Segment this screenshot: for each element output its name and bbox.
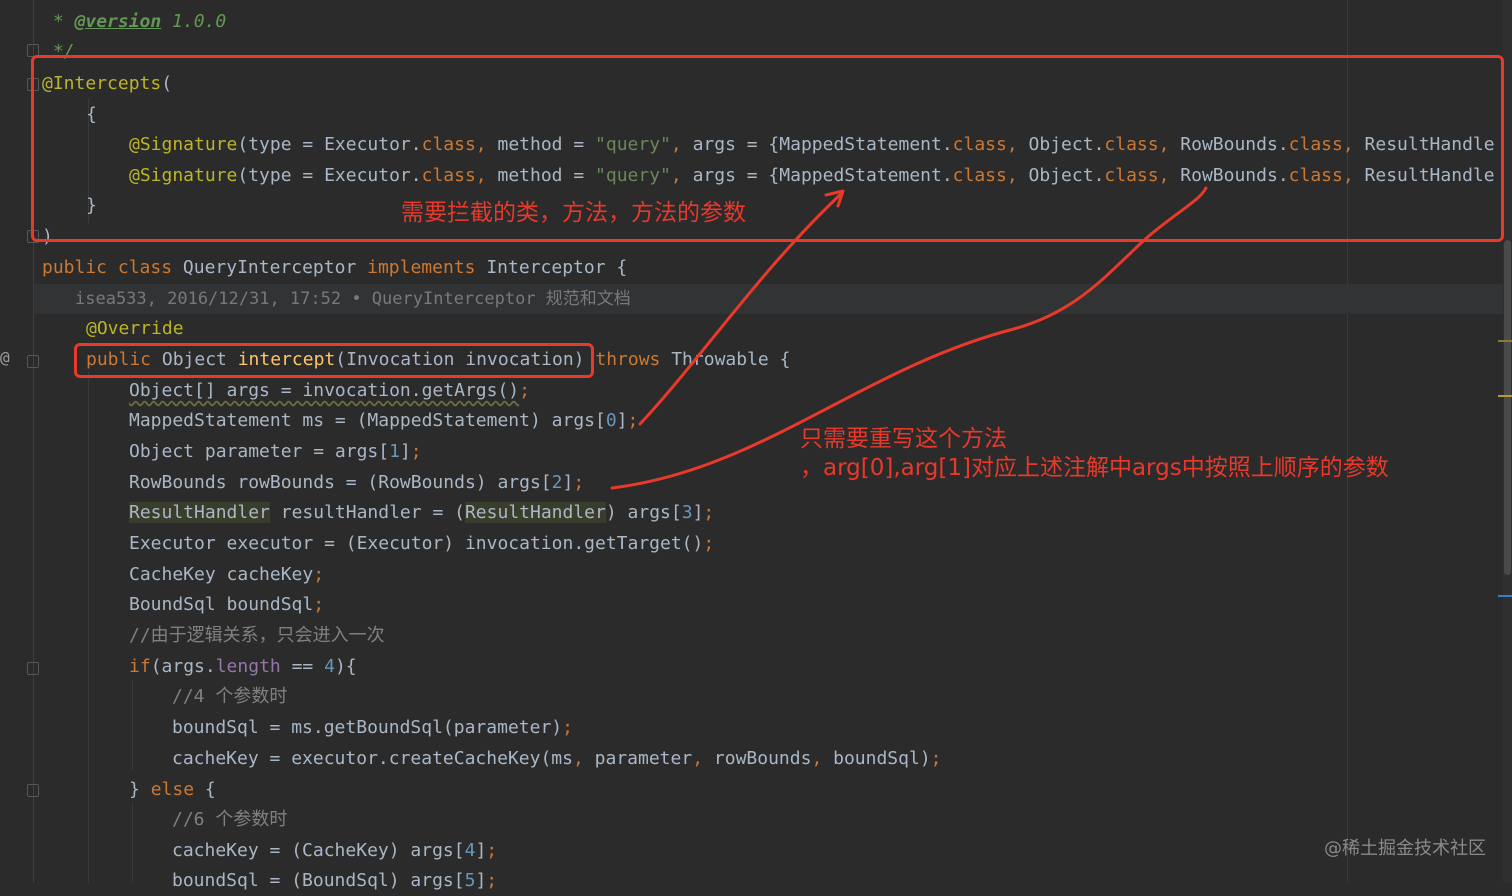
arrow-to-rowbounds-class [610, 186, 1208, 490]
arrow-to-mapped-statement-class [638, 191, 844, 426]
watermark: @稀土掘金技术社区 [1324, 838, 1486, 859]
annotation-arrows [610, 186, 1208, 490]
